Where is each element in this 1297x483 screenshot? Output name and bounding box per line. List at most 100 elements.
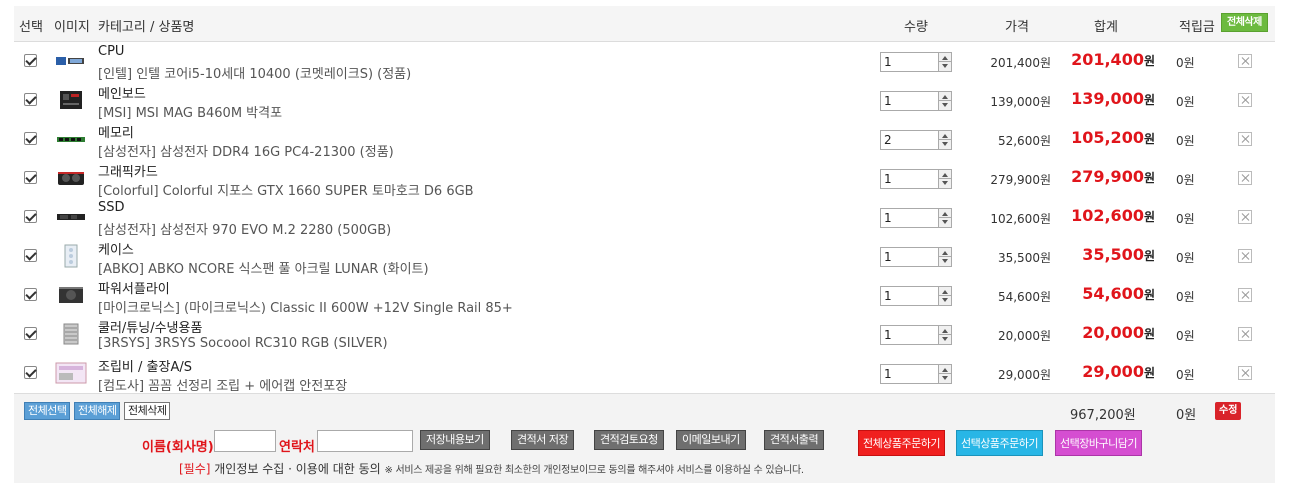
row-checkbox[interactable] [24, 210, 37, 223]
assembly-service-thumbnail [55, 362, 87, 384]
item-price: 54,600원 [997, 290, 1051, 304]
table-row: 메인보드 [MSI] MSI MAG B460M 박격포 1 139,000원 … [14, 81, 1275, 121]
table-header: 선택 이미지 카테고리 / 상품명 수량 가격 합계 적립금 전체삭제 [14, 6, 1275, 42]
header-price: 가격 [1005, 20, 1029, 35]
cooler-thumbnail [63, 323, 79, 345]
item-name[interactable]: [인텔] 인텔 코어i5-10세대 10400 (코멧레이크S) (정품) [98, 63, 411, 82]
contact-input[interactable] [317, 430, 413, 452]
header-select: 선택 [19, 20, 43, 35]
item-point: 0원 [1176, 134, 1195, 148]
item-category: 케이스 [98, 243, 134, 258]
table-row: 메모리 [삼성전자] 삼성전자 DDR4 16G PC4-21300 (정품) … [14, 120, 1275, 160]
quantity-stepper[interactable]: 1 [880, 208, 952, 228]
add-to-cart-button[interactable]: 선택장바구니담기 [1055, 430, 1142, 456]
item-name[interactable]: [컴도사] 꼼꼼 선정리 조립 + 에어캡 안전포장 [98, 375, 347, 394]
item-total: 102,600원 [1071, 206, 1155, 225]
item-price: 29,000원 [997, 368, 1051, 382]
delete-row-icon[interactable] [1238, 54, 1252, 68]
item-list: CPU [인텔] 인텔 코어i5-10세대 10400 (코멧레이크S) (정품… [14, 42, 1275, 394]
name-label: 이름(회사명) [142, 440, 214, 455]
delete-row-icon[interactable] [1238, 249, 1252, 263]
item-name[interactable]: [삼성전자] 삼성전자 970 EVO M.2 2280 (500GB) [98, 219, 391, 238]
delete-row-icon[interactable] [1238, 366, 1252, 380]
item-name[interactable]: [삼성전자] 삼성전자 DDR4 16G PC4-21300 (정품) [98, 141, 394, 160]
ssd-thumbnail [57, 214, 85, 220]
item-point: 0원 [1176, 329, 1195, 343]
item-total: 20,000원 [1082, 323, 1155, 342]
view-saved-button[interactable]: 저장내용보기 [420, 430, 490, 450]
item-name[interactable]: [3RSYS] 3RSYS Socoool RC310 RGB (SILVER) [98, 336, 388, 351]
delete-row-icon[interactable] [1238, 210, 1252, 224]
item-total: 29,000원 [1082, 362, 1155, 381]
item-category: 메인보드 [98, 87, 146, 102]
item-total: 35,500원 [1082, 245, 1155, 264]
item-price: 201,400원 [990, 56, 1051, 70]
row-checkbox[interactable] [24, 132, 37, 145]
item-price: 102,600원 [990, 212, 1051, 226]
table-row: 케이스 [ABKO] ABKO NCORE 식스팬 풀 아크릴 LUNAR (화… [14, 237, 1275, 277]
quantity-stepper[interactable]: 1 [880, 52, 952, 72]
item-point: 0원 [1176, 368, 1195, 382]
consent-text: 개인정보 수집 · 이용에 대한 동의 [210, 462, 385, 476]
request-review-button[interactable]: 견적검토요청 [594, 430, 664, 450]
item-point: 0원 [1176, 56, 1195, 70]
order-all-button[interactable]: 전체상품주문하기 [858, 430, 945, 456]
print-quote-button[interactable]: 견적서출력 [764, 430, 825, 450]
delete-all-button-top[interactable]: 전체삭제 [1221, 13, 1268, 32]
delete-row-icon[interactable] [1238, 327, 1252, 341]
mainboard-thumbnail [60, 91, 82, 109]
item-total: 139,000원 [1071, 89, 1155, 108]
name-input[interactable] [214, 430, 276, 452]
row-checkbox[interactable] [24, 288, 37, 301]
item-name[interactable]: [Colorful] Colorful 지포스 GTX 1660 SUPER 토… [98, 180, 474, 199]
cpu-thumbnail [56, 57, 84, 65]
quantity-stepper[interactable]: 1 [880, 91, 952, 111]
row-checkbox[interactable] [24, 93, 37, 106]
table-row: 조립비 / 출장A/S [컴도사] 꼼꼼 선정리 조립 + 에어캡 안전포장 1… [14, 354, 1275, 394]
header-name: 카테고리 / 상품명 [98, 20, 195, 35]
header-qty: 수량 [904, 20, 928, 35]
item-point: 0원 [1176, 290, 1195, 304]
item-name[interactable]: [ABKO] ABKO NCORE 식스팬 풀 아크릴 LUNAR (화이트) [98, 258, 429, 277]
row-checkbox[interactable] [24, 249, 37, 262]
save-quote-button[interactable]: 견적서 저장 [511, 430, 575, 450]
item-point: 0원 [1176, 173, 1195, 187]
item-name[interactable]: [MSI] MSI MAG B460M 박격포 [98, 102, 282, 121]
item-total: 279,900원 [1071, 167, 1155, 186]
row-checkbox[interactable] [24, 54, 37, 67]
item-category: 쿨러/튜닝/수냉용품 [98, 321, 203, 336]
quantity-stepper[interactable]: 1 [880, 364, 952, 384]
item-point: 0원 [1176, 212, 1195, 226]
delete-row-icon[interactable] [1238, 171, 1252, 185]
estimate-cart: 선택 이미지 카테고리 / 상품명 수량 가격 합계 적립금 전체삭제 CPU … [14, 6, 1275, 483]
edit-button[interactable]: 수정 [1215, 402, 1242, 420]
quantity-stepper[interactable]: 1 [880, 286, 952, 306]
item-name[interactable]: [마이크로닉스] (마이크로닉스) Classic II 600W +12V S… [98, 297, 513, 316]
row-checkbox[interactable] [24, 366, 37, 379]
row-checkbox[interactable] [24, 171, 37, 184]
delete-row-icon[interactable] [1238, 288, 1252, 302]
item-category: 조립비 / 출장A/S [98, 360, 192, 375]
quantity-stepper[interactable]: 2 [880, 130, 952, 150]
delete-row-icon[interactable] [1238, 93, 1252, 107]
table-row: 쿨러/튜닝/수냉용품 [3RSYS] 3RSYS Socoool RC310 R… [14, 315, 1275, 354]
item-price: 279,900원 [990, 173, 1051, 187]
item-point: 0원 [1176, 251, 1195, 265]
item-price: 35,500원 [997, 251, 1051, 265]
quantity-stepper[interactable]: 1 [880, 247, 952, 267]
delete-all-button[interactable]: 전체삭제 [124, 402, 171, 420]
delete-row-icon[interactable] [1238, 132, 1252, 146]
order-selected-button[interactable]: 선택상품주문하기 [956, 430, 1043, 456]
item-total: 54,600원 [1082, 284, 1155, 303]
send-email-button[interactable]: 이메일보내기 [676, 430, 746, 450]
select-all-button[interactable]: 전체선택 [24, 402, 71, 420]
graphics-card-thumbnail [58, 172, 84, 185]
consent-note: ※ 서비스 제공을 위해 필요한 최소한의 개인정보이므로 동의를 해주셔야 서… [384, 465, 805, 476]
case-thumbnail [64, 244, 78, 268]
deselect-all-button[interactable]: 전체해제 [74, 402, 121, 420]
row-checkbox[interactable] [24, 327, 37, 340]
quantity-stepper[interactable]: 1 [880, 325, 952, 345]
table-row: SSD [삼성전자] 삼성전자 970 EVO M.2 2280 (500GB)… [14, 198, 1275, 238]
quantity-stepper[interactable]: 1 [880, 169, 952, 189]
header-point: 적립금 [1179, 20, 1215, 35]
